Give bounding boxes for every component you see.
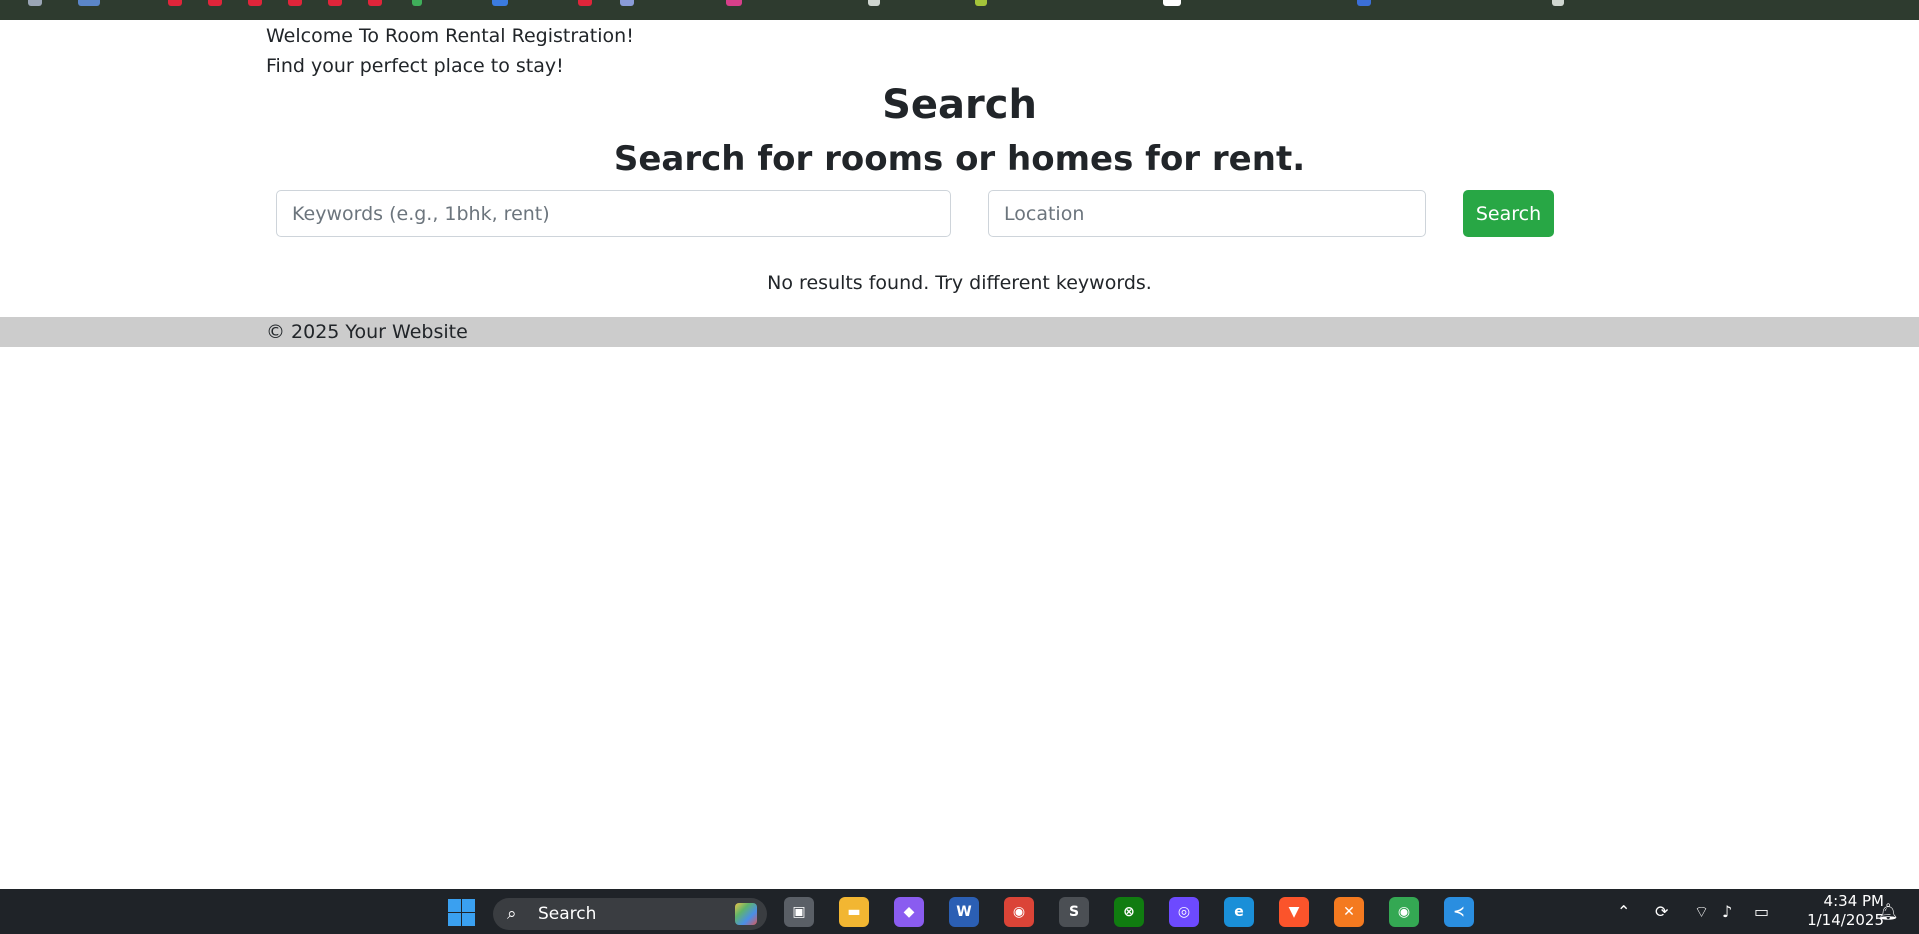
copilot-icon[interactable]: ◆ (894, 897, 924, 927)
bookmark-icon[interactable] (1357, 0, 1371, 6)
footer: © 2025 Your Website (0, 317, 1919, 347)
battery-icon[interactable]: ▭ (1754, 889, 1769, 934)
bookmark-icon[interactable] (868, 0, 880, 6)
chrome-icon[interactable]: ◉ (1004, 897, 1034, 927)
word-icon[interactable]: W (949, 897, 979, 927)
welcome-heading: Welcome To Room Rental Registration! (266, 25, 634, 47)
task-view-icon[interactable]: ▣ (784, 897, 814, 927)
bookmark-icon[interactable] (726, 0, 742, 6)
search-icon: ⌕ (507, 904, 517, 924)
page-subtitle: Search for rooms or homes for rent. (613, 139, 1306, 179)
bookmark-icon[interactable] (975, 0, 987, 6)
file-explorer-icon[interactable]: ▬ (839, 897, 869, 927)
search-button[interactable]: Search (1463, 190, 1554, 237)
tagline-text: Find your perfect place to stay! (266, 55, 564, 77)
xbox-icon[interactable]: ⊗ (1114, 897, 1144, 927)
bookmark-icon[interactable] (1552, 0, 1564, 6)
chrome-profile-icon[interactable]: ◉ (1389, 897, 1419, 927)
proton-vpn-icon[interactable]: ◎ (1169, 897, 1199, 927)
taskbar-search-box[interactable]: ⌕ Search (493, 898, 767, 930)
bookmark-icon[interactable] (328, 0, 342, 6)
bookmark-icon[interactable] (78, 0, 100, 6)
bookmark-icon[interactable] (492, 0, 508, 6)
sync-icon[interactable]: ⟳ (1655, 889, 1668, 934)
clock-time[interactable]: 4:34 PM (1810, 892, 1884, 910)
page-title: Search (882, 82, 1037, 128)
bookmark-icon[interactable] (248, 0, 262, 6)
brave-icon[interactable]: ▼ (1279, 897, 1309, 927)
footer-copyright: © 2025 Your Website (266, 321, 468, 343)
bookmark-icon[interactable] (368, 0, 382, 6)
taskbar-search-label: Search (538, 904, 597, 924)
apps-grid-icon[interactable] (28, 0, 42, 6)
chevron-up-icon[interactable]: ⌃ (1617, 889, 1630, 934)
bookmark-icon[interactable] (208, 0, 222, 6)
bookmark-icon[interactable] (168, 0, 182, 6)
notification-bell-icon[interactable]: 🔔︎ (1878, 889, 1898, 934)
bookmark-icon[interactable] (412, 0, 422, 6)
location-input[interactable] (988, 190, 1426, 237)
search-highlight-icon (735, 903, 757, 925)
edge-icon[interactable]: e (1224, 897, 1254, 927)
sublime-text-icon[interactable]: S (1059, 897, 1089, 927)
bookmark-icon[interactable] (288, 0, 302, 6)
bookmark-icon[interactable] (1163, 0, 1181, 6)
xampp-icon[interactable]: ✕ (1334, 897, 1364, 927)
clock-date[interactable]: 1/14/2025 (1795, 911, 1884, 929)
wifi-icon[interactable]: ⌔ (1694, 889, 1709, 934)
browser-bookmark-bar (0, 0, 1919, 20)
bookmark-icon[interactable] (620, 0, 634, 6)
keywords-input[interactable] (276, 190, 951, 237)
windows-start-icon[interactable] (446, 897, 476, 927)
volume-icon[interactable]: ♪ (1722, 889, 1732, 934)
windows-taskbar: ⌕ Search ▣ ▬ ◆ W ◉ S ⊗ ◎ e ▼ ✕ ◉ ≺ ⌃ ⟳ ⌔ ♪ ▭ 4:34 PM… (0, 889, 1919, 934)
bookmark-icon[interactable] (578, 0, 592, 6)
vscode-icon[interactable]: ≺ (1444, 897, 1474, 927)
no-results-message: No results found. Try different keywords… (767, 272, 1152, 294)
